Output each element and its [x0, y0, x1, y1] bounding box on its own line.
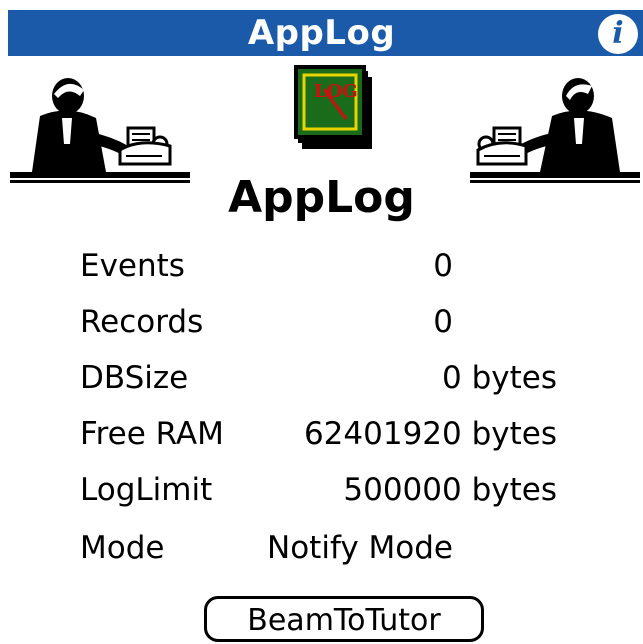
stat-value: 0 bytes	[442, 360, 557, 396]
window-title: AppLog	[247, 13, 396, 53]
stat-label: DBSize	[80, 360, 189, 396]
book-icon: LOG	[294, 65, 372, 149]
stat-row-mode: Mode Notify Mode	[0, 522, 643, 574]
info-icon[interactable]: i	[598, 14, 638, 54]
stat-row-free-ram: Free RAM 62401920 bytes	[0, 408, 643, 460]
stat-label: LogLimit	[80, 472, 213, 508]
title-bar: AppLog i	[0, 0, 643, 62]
stat-label: Free RAM	[80, 416, 224, 452]
stat-row-events: Events 0	[0, 240, 643, 292]
mode-value[interactable]: Notify Mode	[267, 522, 453, 574]
stat-row-records: Records 0	[0, 296, 643, 348]
stat-value: 0	[433, 248, 453, 284]
stat-value: 500000 bytes	[343, 472, 557, 508]
stat-row-dbsize: DBSize 0 bytes	[0, 352, 643, 404]
stat-value: 62401920 bytes	[303, 416, 557, 452]
stat-row-loglimit: LogLimit 500000 bytes	[0, 464, 643, 516]
stat-value: 0	[433, 304, 453, 340]
app-name-heading: AppLog	[228, 172, 415, 223]
stat-label: Events	[80, 248, 185, 284]
logo-text: LOG	[314, 81, 358, 102]
stat-label: Mode	[80, 530, 165, 566]
stat-label: Records	[80, 304, 204, 340]
beam-to-tutor-button[interactable]: BeamToTutor	[204, 596, 484, 642]
